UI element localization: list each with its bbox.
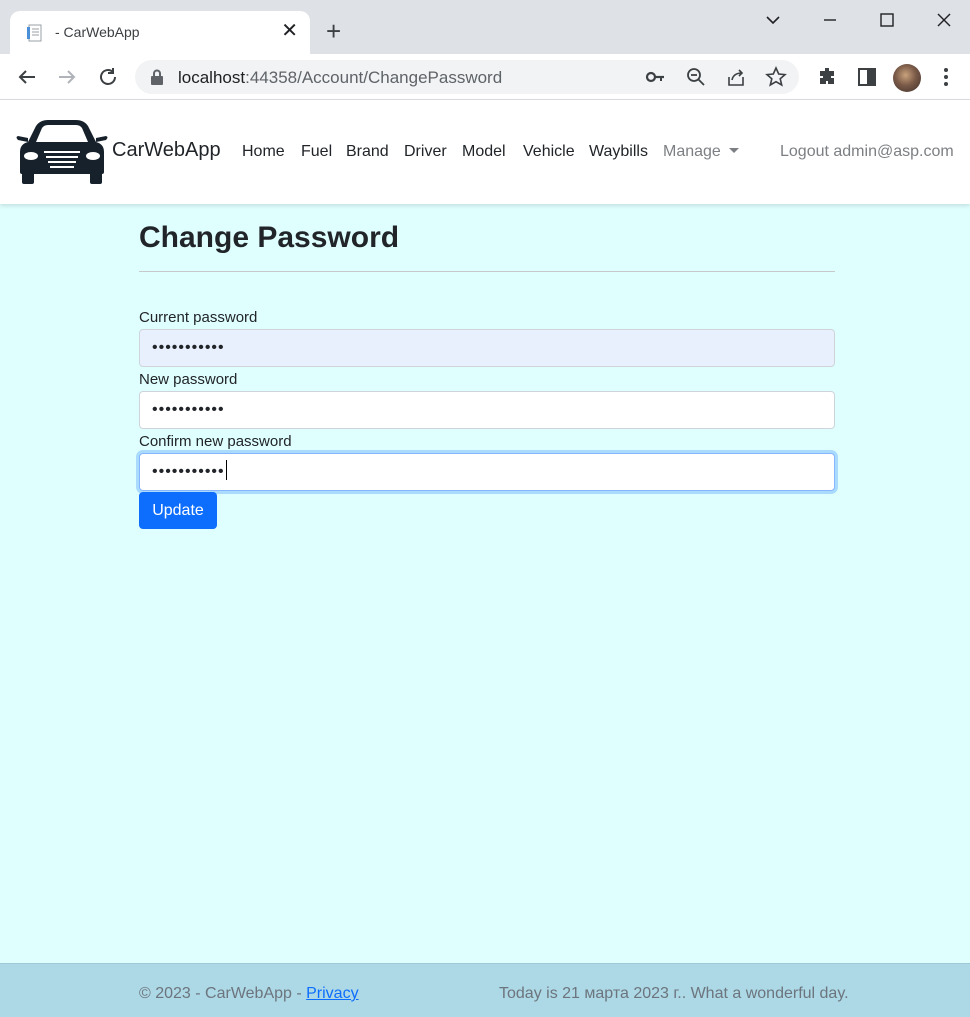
side-panel-icon[interactable] xyxy=(855,65,879,89)
nav-link-brand[interactable]: Brand xyxy=(346,143,389,161)
privacy-link[interactable]: Privacy xyxy=(306,985,358,1002)
tab-title: - CarWebApp xyxy=(55,24,140,40)
current-password-input[interactable]: ••••••••••• xyxy=(139,329,835,367)
browser-tab[interactable]: - CarWebApp ✕ xyxy=(10,11,310,54)
url-text[interactable]: localhost:44358/Account/ChangePassword xyxy=(178,68,502,88)
maximize-icon[interactable] xyxy=(875,8,899,32)
dropdown-caret-icon xyxy=(728,148,739,153)
close-tab-icon[interactable]: ✕ xyxy=(281,21,298,41)
lock-icon[interactable] xyxy=(150,69,164,85)
browser-toolbar: localhost:44358/Account/ChangePassword xyxy=(0,54,970,100)
update-button[interactable]: Update xyxy=(139,492,217,529)
forward-arrow-icon[interactable] xyxy=(55,65,79,89)
confirm-password-label: Confirm new password xyxy=(139,433,292,450)
manage-dropdown[interactable]: Manage xyxy=(663,143,739,161)
new-password-input[interactable]: ••••••••••• xyxy=(139,391,835,429)
footer-date-text: Today is 21 марта 2023 г.. What a wonder… xyxy=(499,985,849,1002)
back-arrow-icon[interactable] xyxy=(15,65,39,89)
browser-menu-icon[interactable] xyxy=(934,65,958,89)
site-navbar: CarWebApp Home Fuel Brand Driver Model V… xyxy=(0,100,970,204)
nav-link-vehicle[interactable]: Vehicle xyxy=(523,143,575,161)
nav-link-waybills[interactable]: Waybills xyxy=(589,143,648,161)
address-bar[interactable]: localhost:44358/Account/ChangePassword xyxy=(135,60,799,94)
nav-link-driver[interactable]: Driver xyxy=(404,143,447,161)
tab-search-icon[interactable] xyxy=(761,8,785,32)
bookmark-star-icon[interactable] xyxy=(765,66,787,88)
page-footer: © 2023 - CarWebApp - Privacy Today is 21… xyxy=(0,963,970,1017)
nav-link-model[interactable]: Model xyxy=(462,143,506,161)
brand-link[interactable]: CarWebApp xyxy=(112,139,221,162)
new-tab-icon[interactable]: + xyxy=(326,18,341,44)
logout-link[interactable]: Logout admin@asp.com xyxy=(780,143,954,161)
confirm-password-value: ••••••••••• xyxy=(152,463,225,480)
browser-tab-bar: - CarWebApp ✕ + xyxy=(0,0,970,54)
title-divider xyxy=(139,271,835,272)
page-title: Change Password xyxy=(139,221,400,254)
extensions-puzzle-icon[interactable] xyxy=(815,65,839,89)
car-logo-icon[interactable] xyxy=(14,112,110,188)
nav-link-fuel[interactable]: Fuel xyxy=(301,143,332,161)
text-cursor xyxy=(225,460,227,480)
zoom-out-icon[interactable] xyxy=(686,67,706,87)
profile-avatar[interactable] xyxy=(893,64,921,92)
confirm-password-input[interactable]: ••••••••••• xyxy=(139,453,835,491)
share-icon[interactable] xyxy=(726,67,746,87)
minimize-icon[interactable] xyxy=(818,8,842,32)
nav-link-home[interactable]: Home xyxy=(242,143,285,161)
reload-icon[interactable] xyxy=(96,65,120,89)
current-password-label: Current password xyxy=(139,309,258,326)
close-window-icon[interactable] xyxy=(932,8,956,32)
key-icon[interactable] xyxy=(645,68,665,86)
footer-copyright: © 2023 - CarWebApp - Privacy xyxy=(139,985,359,1002)
new-password-label: New password xyxy=(139,371,238,388)
page-favicon-icon xyxy=(27,24,42,42)
